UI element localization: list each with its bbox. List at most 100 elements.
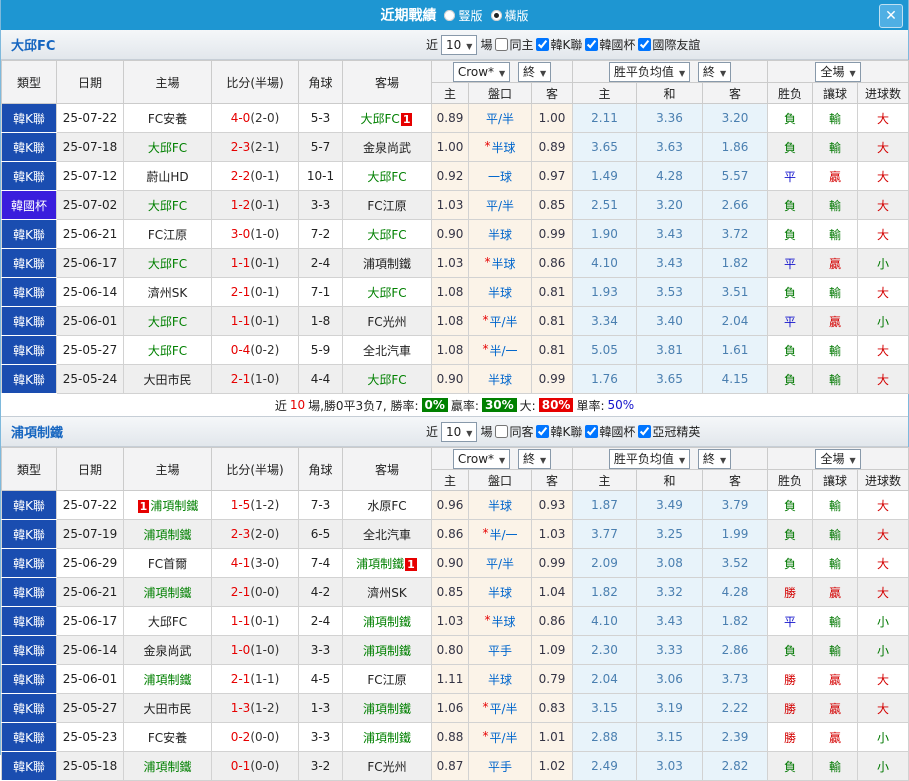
cell-avg-home: 4.10 — [572, 248, 638, 278]
cell-odds-away: 0.99 — [530, 364, 574, 394]
col-avg-draw: 和 — [636, 82, 704, 104]
filter-checkbox-0-2[interactable] — [585, 38, 599, 51]
filter-option-1-3[interactable]: 亞冠精英 — [638, 423, 700, 440]
table-row: 韓國杯 25-07-02 大邱FC 1-2(0-1) 3-3 FC江原 1.03 平/半 0.8… — [1, 190, 909, 220]
cell-goals-result: 大 — [857, 519, 909, 549]
cell-handicap-result: 贏 — [812, 664, 859, 694]
layout-radio-horizontal[interactable]: 橫版 — [490, 7, 529, 24]
cell-avg-home: 1.90 — [572, 219, 638, 249]
recent-results-window: 近期戰績 豎版 橫版 ✕ 大邱FC 近10場同主韓K聯韓國杯國際友誼 類型 — [0, 0, 909, 781]
table-row: 韓K聯 25-07-18 大邱FC 2-3(2-1) 5-7 金泉尚武 1.00 *半球 0.8… — [1, 132, 909, 162]
cell-avg-home: 1.87 — [572, 490, 638, 520]
filter-checkbox-0-0[interactable] — [495, 38, 509, 51]
cell-avg-away: 4.28 — [702, 577, 769, 607]
avg-time-select[interactable]: 終 — [697, 448, 732, 469]
cell-avg-home: 5.05 — [572, 335, 638, 365]
star-mark: * — [484, 612, 491, 627]
cell-odds-home: 0.96 — [431, 490, 469, 520]
cell-avg-home: 2.04 — [572, 664, 638, 694]
cell-avg-draw: 3.43 — [636, 606, 704, 636]
filter-option-0-0[interactable]: 同主 — [495, 36, 533, 53]
table-row: 韓K聯 25-05-24 大田市民 2-1(1-0) 4-4 大邱FC 0.90 半球 0.99… — [1, 364, 909, 394]
avg-group-header: 胜平负均值 終 — [572, 447, 769, 470]
avg-time-select[interactable]: 終 — [697, 61, 732, 82]
avg-odds-select[interactable]: 胜平负均值 — [608, 448, 691, 469]
cell-avg-home: 2.88 — [572, 722, 638, 752]
cell-avg-away: 5.57 — [702, 161, 769, 191]
filter-option-0-3[interactable]: 國際友誼 — [638, 36, 700, 53]
close-button[interactable]: ✕ — [879, 4, 903, 28]
fullgame-select[interactable]: 全場 — [815, 61, 861, 82]
col-odds-away: 客 — [530, 82, 574, 104]
odds-source-select[interactable]: Crow* — [452, 448, 511, 469]
cell-date: 25-07-02 — [56, 190, 124, 220]
odds-time-select[interactable]: 終 — [518, 61, 552, 82]
cell-score: 4-1(3-0) — [211, 548, 299, 578]
cell-avg-home: 2.49 — [572, 751, 638, 781]
cell-handicap-result: 輸 — [812, 548, 859, 578]
radio-label-vertical: 豎版 — [458, 8, 483, 23]
odds-source-select[interactable]: Crow* — [452, 61, 511, 82]
cell-goals-result: 大 — [857, 190, 909, 220]
layout-radio-vertical[interactable]: 豎版 — [444, 7, 483, 24]
filter-checkbox-1-0[interactable] — [495, 425, 509, 438]
filter-checkbox-0-3[interactable] — [638, 38, 652, 51]
cell-league: 韓K聯 — [1, 103, 57, 133]
cell-score: 0-4(0-2) — [211, 335, 299, 365]
cell-score: 2-1(1-0) — [211, 364, 299, 394]
cell-corners: 5-3 — [298, 103, 343, 133]
recent-count-select[interactable]: 10 — [441, 34, 478, 55]
filter-option-1-0[interactable]: 同客 — [495, 423, 533, 440]
cell-score: 1-1(0-1) — [211, 248, 299, 278]
filter-option-1-2[interactable]: 韓國杯 — [585, 423, 635, 440]
filter-checkbox-1-1[interactable] — [536, 425, 550, 438]
cell-date: 25-07-18 — [56, 132, 124, 162]
col-handicap: 盤口 — [468, 82, 532, 104]
odds-time-select[interactable]: 終 — [518, 448, 552, 469]
cell-handicap-result: 贏 — [812, 693, 859, 723]
summary-games-count: 10 — [289, 398, 306, 412]
cell-away-team: 大邱FC — [342, 277, 432, 307]
cell-odds-away: 0.83 — [530, 693, 574, 723]
cell-avg-away: 2.82 — [702, 751, 769, 781]
cell-result: 負 — [767, 335, 814, 365]
filter-option-0-1[interactable]: 韓K聯 — [536, 36, 582, 53]
filter-option-0-2[interactable]: 韓國杯 — [585, 36, 635, 53]
star-mark: * — [482, 699, 489, 714]
cell-result: 負 — [767, 132, 814, 162]
cell-avg-draw: 3.06 — [636, 664, 704, 694]
radio-icon-horizontal[interactable] — [490, 9, 502, 21]
cell-corners: 3-3 — [298, 635, 343, 665]
filter-checkbox-1-2[interactable] — [585, 425, 599, 438]
avg-odds-select[interactable]: 胜平负均值 — [608, 61, 691, 82]
cell-league: 韓K聯 — [1, 519, 57, 549]
fullgame-select[interactable]: 全場 — [815, 448, 861, 469]
cell-corners: 3-2 — [298, 751, 343, 781]
filter-option-1-1[interactable]: 韓K聯 — [536, 423, 582, 440]
col-score: 比分(半場) — [211, 447, 299, 491]
col-avg-home: 主 — [572, 82, 638, 104]
cell-odds-home: 1.11 — [431, 664, 469, 694]
recent-count-select[interactable]: 10 — [441, 421, 478, 442]
cell-goals-result: 小 — [857, 751, 909, 781]
cell-avg-away: 3.72 — [702, 219, 769, 249]
radio-icon-vertical[interactable] — [444, 9, 456, 21]
cell-date: 25-07-22 — [56, 490, 124, 520]
handicap-rate-badge: 30% — [481, 398, 517, 412]
col-score: 比分(半場) — [211, 60, 299, 104]
near-label: 近 — [426, 38, 439, 52]
cell-handicap-result: 贏 — [812, 161, 859, 191]
cell-goals-result: 大 — [857, 161, 909, 191]
cell-goals-result: 大 — [857, 490, 909, 520]
cell-goals-result: 大 — [857, 132, 909, 162]
cell-avg-draw: 3.25 — [636, 519, 704, 549]
cell-avg-draw: 3.53 — [636, 277, 704, 307]
cell-handicap-result: 輸 — [812, 335, 859, 365]
cell-home-team: 大邱FC — [123, 335, 212, 365]
rank-badge: 1 — [400, 112, 413, 126]
cell-score: 2-3(2-1) — [211, 132, 299, 162]
filter-checkbox-0-1[interactable] — [536, 38, 550, 51]
cell-avg-draw: 3.49 — [636, 490, 704, 520]
team-name: 浦項制鐵 — [11, 426, 64, 441]
filter-checkbox-1-3[interactable] — [638, 425, 652, 438]
